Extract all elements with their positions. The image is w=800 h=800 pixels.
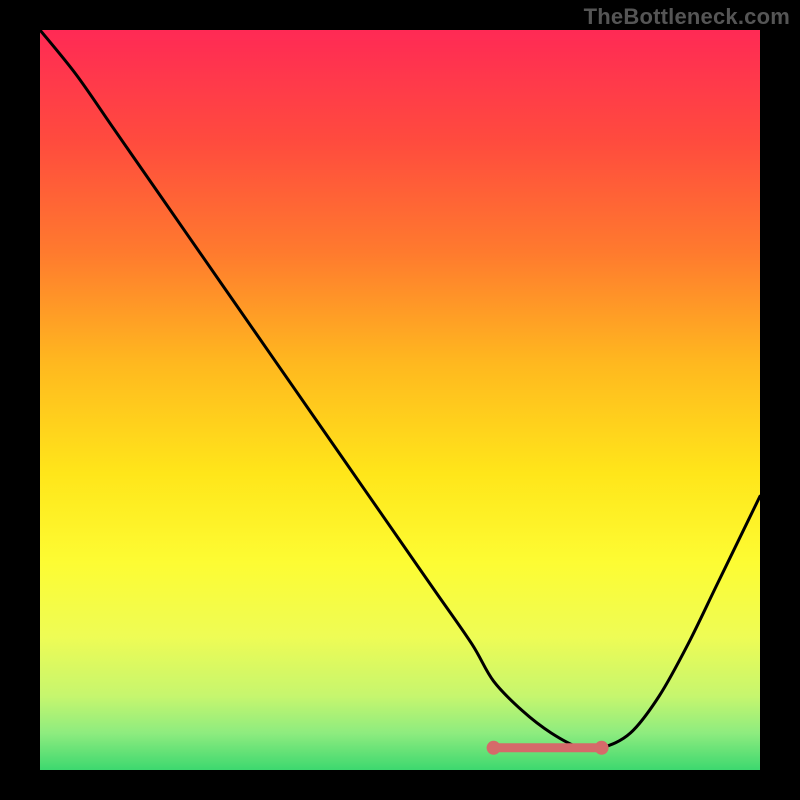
chart-frame: TheBottleneck.com xyxy=(0,0,800,800)
watermark-text: TheBottleneck.com xyxy=(584,4,790,30)
chart-background xyxy=(40,30,760,770)
bottleneck-chart xyxy=(40,30,760,770)
plot-area xyxy=(40,30,760,770)
